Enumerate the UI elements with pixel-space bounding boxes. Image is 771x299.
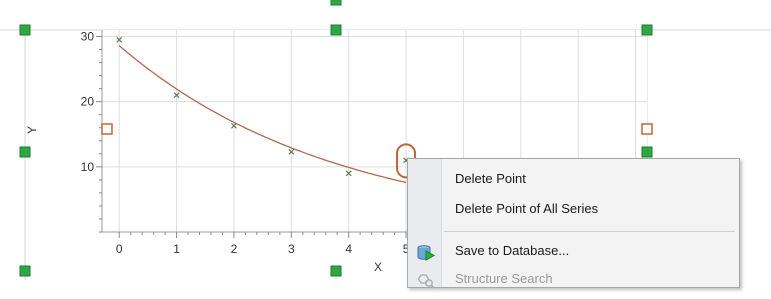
resize-handle-middle-right[interactable] (641, 146, 653, 158)
context-menu: Delete Point Delete Point of All Series … (407, 158, 740, 289)
menu-item-label: Structure Search (455, 271, 553, 286)
menu-item-save-to-database[interactable]: Save to Database... (408, 237, 739, 265)
y-tick-label: 20 (81, 95, 95, 109)
resize-handle-middle-left[interactable] (19, 146, 31, 158)
menu-item-delete-point-all-series[interactable]: Delete Point of All Series (408, 195, 739, 223)
resize-handle-top-edge[interactable] (330, 0, 342, 6)
x-tick-label: 3 (288, 242, 295, 256)
structure-search-icon (417, 271, 435, 289)
y-tick-label: 30 (81, 30, 95, 44)
y-tick-label: 10 (81, 160, 95, 174)
resize-handle-top-center[interactable] (330, 24, 342, 36)
menu-item-label: Save to Database... (455, 243, 570, 258)
x-tick-label: 4 (345, 242, 352, 256)
plot-area-handle-left[interactable] (101, 123, 113, 135)
resize-handle-top-right[interactable] (641, 24, 653, 36)
menu-item-structure-search[interactable]: Structure Search (408, 265, 739, 293)
menu-item-label: Delete Point of All Series (455, 201, 599, 216)
menu-separator (444, 231, 735, 232)
y-axis-label: Y (25, 126, 39, 134)
x-axis-label: X (374, 260, 382, 274)
y-axis-ticks: 10 20 30 (81, 30, 102, 233)
plot-area-handle-right[interactable] (641, 123, 653, 135)
x-tick-label: 1 (173, 242, 180, 256)
x-tick-label: 0 (116, 242, 123, 256)
database-save-icon (417, 243, 436, 261)
menu-item-label: Delete Point (455, 171, 526, 186)
resize-handle-bottom-center[interactable] (330, 265, 342, 277)
menu-item-delete-point[interactable]: Delete Point (408, 165, 739, 193)
resize-handle-bottom-left[interactable] (19, 265, 31, 277)
x-tick-label: 2 (231, 242, 238, 256)
resize-handle-top-left[interactable] (19, 24, 31, 36)
